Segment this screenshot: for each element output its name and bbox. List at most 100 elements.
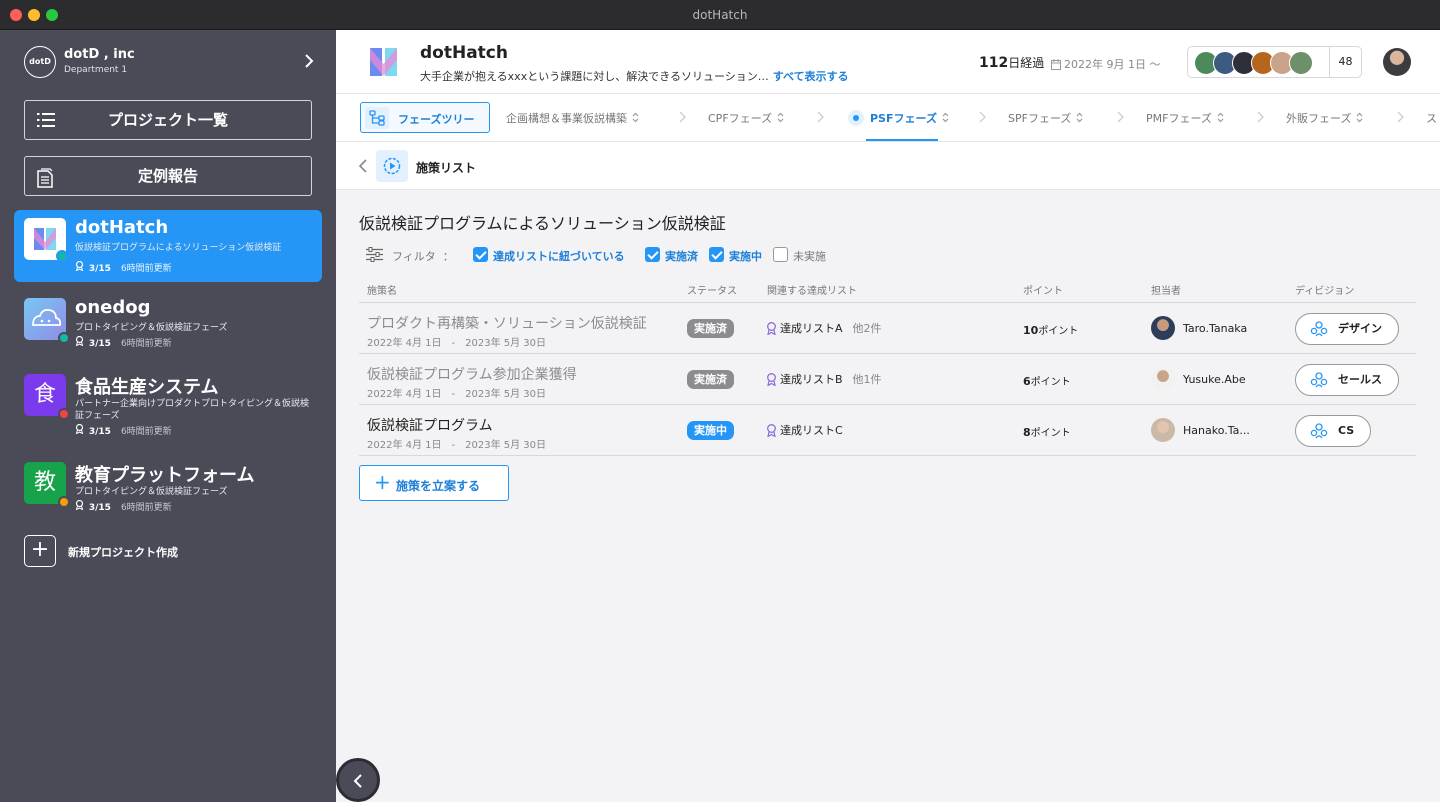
division-label: セールス xyxy=(1338,373,1382,386)
project-updated: 6時間前更新 xyxy=(120,427,172,437)
points: 8ポイント xyxy=(1023,424,1071,439)
medal-icon xyxy=(75,499,84,511)
project-list-label: プロジェクト一覧 xyxy=(107,111,228,129)
org-name: dotD , inc xyxy=(64,47,135,62)
project-item-dothatch[interactable]: dotHatch 仮説検証プログラムによるソリューション仮説検証 3/15 6時間… xyxy=(14,210,322,282)
division-button[interactable]: セールス xyxy=(1295,364,1399,396)
tab-label: SPFフェーズ xyxy=(1008,112,1072,125)
points-value: 6 xyxy=(1023,375,1031,388)
chevron-left-icon xyxy=(353,774,362,788)
chevron-left-icon[interactable] xyxy=(358,158,368,174)
table-row[interactable]: 仮説検証プログラム参加企業獲得 2022年 4月 1日 - 2023年 5月 3… xyxy=(359,354,1416,405)
tab-spf[interactable]: SPFフェーズ xyxy=(1008,110,1083,126)
project-title: 食品生産システム xyxy=(75,377,219,398)
regular-report-button[interactable]: 定例報告 xyxy=(24,156,312,196)
header-description: 大手企業が抱えるxxxという課題に対し、解決できるソリューション… すべて表示する xyxy=(420,68,849,84)
measure-dates: 2022年 4月 1日 - 2023年 5月 30日 xyxy=(367,338,547,349)
team-icon xyxy=(1310,321,1328,337)
collapse-sidebar-button[interactable] xyxy=(336,758,380,802)
medal-icon xyxy=(767,373,776,387)
window-titlebar: dotHatch xyxy=(0,0,1440,30)
checkbox-label: 実施済 xyxy=(665,250,698,263)
measure-name: 仮説検証プログラム xyxy=(367,418,493,434)
header-title: dotHatch xyxy=(420,43,508,63)
team-icon xyxy=(1310,372,1328,388)
member-avatars[interactable]: 48 xyxy=(1187,46,1362,78)
sort-icon xyxy=(1357,112,1363,123)
sort-icon xyxy=(777,112,784,123)
project-list-button[interactable]: プロジェクト一覧 xyxy=(24,100,312,140)
sort-icon xyxy=(1217,112,1224,123)
measure-dates: 2022年 4月 1日 - 2023年 5月 30日 xyxy=(367,389,547,400)
tab-cpf[interactable]: CPFフェーズ xyxy=(708,110,784,126)
project-header: dotHatch 大手企業が抱えるxxxという課題に対し、解決できるソリューショ… xyxy=(336,30,1440,94)
achievement-list-name: 達成リストA xyxy=(780,322,843,335)
chevron-right-icon[interactable] xyxy=(304,53,314,69)
table-row[interactable]: プロダクト再構築・ソリューション仮説検証 2022年 4月 1日 - 2023年… xyxy=(359,303,1416,354)
achievement-list[interactable]: 達成リストA 他2件 xyxy=(766,320,882,336)
division-button[interactable]: CS xyxy=(1295,415,1372,447)
tab-pmf[interactable]: PMFフェーズ xyxy=(1146,110,1224,126)
org-department: Department 1 xyxy=(64,65,128,75)
add-measure-button[interactable]: + 施策を立案する xyxy=(359,465,509,501)
achievement-list[interactable]: 達成リストB 他1件 xyxy=(766,371,882,387)
avatar xyxy=(1151,367,1175,391)
main-area: dotHatch 大手企業が抱えるxxxという課題に対し、解決できるソリューショ… xyxy=(336,30,1440,802)
calendar-icon xyxy=(1051,59,1061,70)
points-unit: ポイント xyxy=(1030,377,1071,388)
checkbox-checked-icon xyxy=(709,247,724,262)
page-title: 施策リスト xyxy=(416,161,477,175)
add-measure-label: 施策を立案する xyxy=(396,479,481,493)
tab-next[interactable]: ス xyxy=(1426,110,1437,126)
table-row[interactable]: 仮説検証プログラム 2022年 4月 1日 - 2023年 5月 30日 実施中… xyxy=(359,405,1416,456)
user-avatar[interactable] xyxy=(1383,48,1411,76)
project-status-dot xyxy=(58,496,70,508)
division-label: CS xyxy=(1338,424,1355,437)
plus-icon: + xyxy=(24,535,56,567)
chevron-right-icon xyxy=(1397,111,1404,123)
project-item-education[interactable]: 教 教育プラットフォーム プロトタイピング＆仮説検証フェーズ 3/15 6時間前更… xyxy=(14,454,322,526)
project-description: パートナー企業向けプロダクトプロトタイピング＆仮説検証フェーズ xyxy=(75,399,310,421)
org-switcher[interactable]: dotD dotD , inc Department 1 xyxy=(24,46,314,78)
project-description: プロトタイピング＆仮説検証フェーズ xyxy=(75,323,228,333)
points: 10ポイント xyxy=(1023,322,1078,337)
project-updated: 6時間前更新 xyxy=(120,503,172,513)
phase-tree-button[interactable]: フェーズツリー xyxy=(360,102,490,133)
achievement-list-name: 達成リストC xyxy=(780,424,843,437)
current-phase-dot-icon xyxy=(848,110,864,126)
project-item-onedog[interactable]: onedog プロトタイピング＆仮説検証フェーズ 3/15 6時間前更新 xyxy=(14,290,322,362)
window-title: dotHatch xyxy=(692,8,748,22)
medal-icon xyxy=(75,335,84,347)
chevron-right-icon xyxy=(1117,111,1124,123)
dothatch-logo-icon xyxy=(24,218,68,262)
project-status-dot xyxy=(58,332,70,344)
column-header: ステータス xyxy=(687,286,737,297)
column-header: 担当者 xyxy=(1151,286,1181,297)
list-icon xyxy=(37,113,55,127)
sort-icon xyxy=(1076,112,1083,123)
division-button[interactable]: デザイン xyxy=(1295,313,1399,345)
medal-icon xyxy=(767,322,776,336)
tab-psf[interactable]: PSFフェーズ xyxy=(870,110,949,126)
checkbox-unchecked-icon xyxy=(773,247,788,262)
achievement-list[interactable]: 達成リストC xyxy=(766,422,853,438)
show-all-link[interactable]: すべて表示する xyxy=(773,70,849,83)
new-project-label: 新規プロジェクト作成 xyxy=(68,546,178,559)
column-header: 施策名 xyxy=(367,286,397,297)
tab-label: 外販フェーズ xyxy=(1286,112,1352,125)
assignee-name: Hanako.Ta... xyxy=(1183,424,1250,437)
chevron-right-icon xyxy=(979,111,986,123)
project-meta: 3/15 6時間前更新 xyxy=(75,499,172,513)
regular-report-label: 定例報告 xyxy=(137,167,198,185)
measure-name: プロダクト再構築・ソリューション仮説検証 xyxy=(367,316,647,332)
measure-list-icon xyxy=(376,150,408,182)
team-icon xyxy=(1310,423,1328,439)
tab-label: CPFフェーズ xyxy=(708,112,773,125)
tab-external-sales[interactable]: 外販フェーズ xyxy=(1286,110,1363,126)
medal-icon xyxy=(75,423,84,435)
project-count: 3/15 xyxy=(88,503,111,513)
avatar xyxy=(1151,316,1175,340)
filter-label: フィルタ ： xyxy=(392,248,454,264)
project-item-food-system[interactable]: 食 食品生産システム パートナー企業向けプロダクトプロトタイピング＆仮説検証フェ… xyxy=(14,366,322,450)
tab-planning[interactable]: 企画構想＆事業仮説構築 xyxy=(506,110,639,126)
